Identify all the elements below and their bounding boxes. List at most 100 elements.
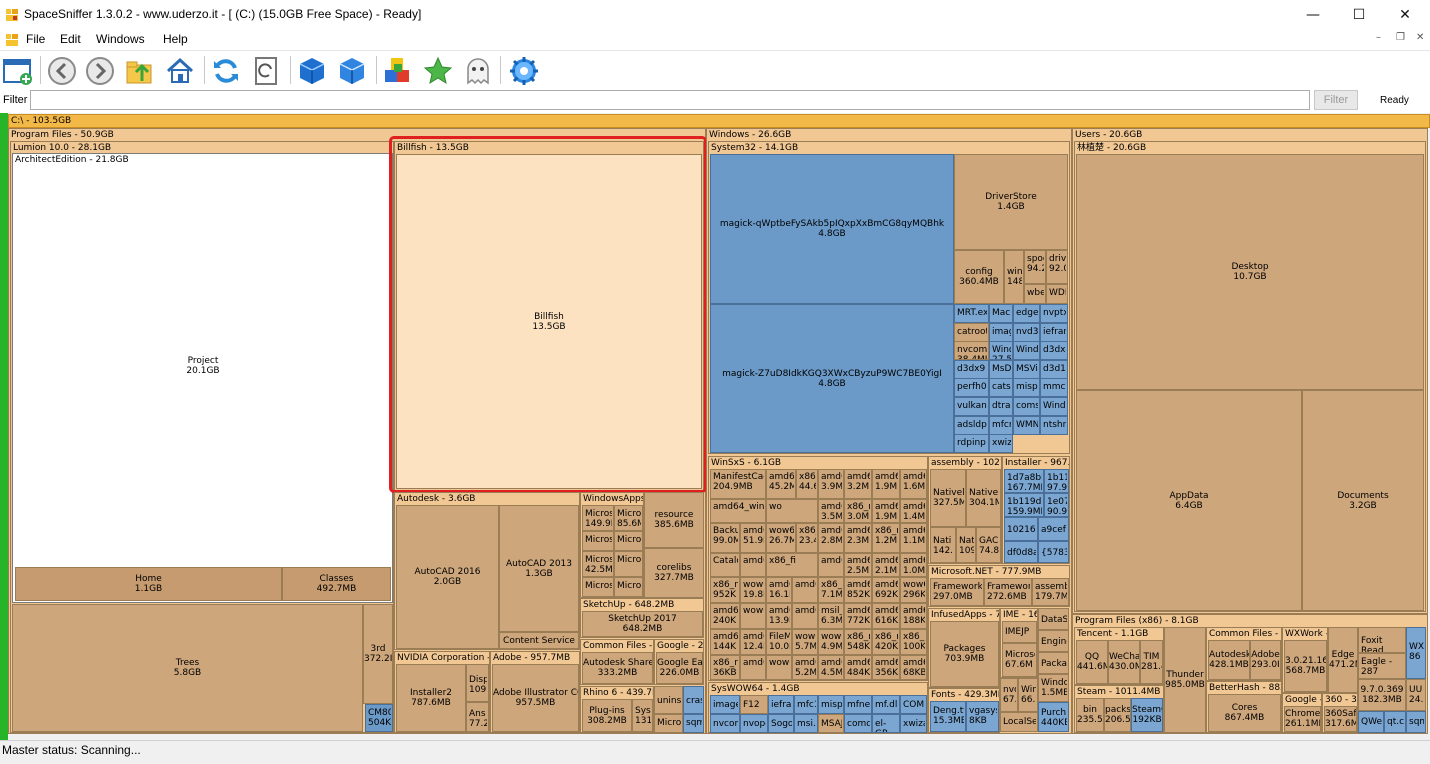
treemap-winsxs-item[interactable]: amd6 1.9M — [872, 469, 900, 499]
treemap-winsxs-item[interactable]: x86 44.6 — [796, 469, 818, 499]
menu-edit[interactable]: Edit — [60, 32, 81, 46]
treemap-winsxs-item[interactable]: x86_n 548K — [844, 629, 872, 655]
treemap-syswow-item[interactable]: Sogou — [768, 714, 794, 733]
mdi-close-button[interactable]: ✕ — [1416, 32, 1424, 43]
treemap-winsxs-item[interactable]: amd6 4.5M — [818, 655, 844, 680]
treemap-assembly-item[interactable]: GAC 74.8I — [976, 527, 1001, 563]
treemap-sys-item[interactable]: mfcm1 — [989, 415, 1013, 435]
treemap-360safe[interactable]: 360Saf 317.6M — [1324, 706, 1357, 732]
treemap-classes[interactable]: Classes 492.7MB — [282, 567, 391, 601]
treemap-winsxs-item[interactable]: amd6 188K — [900, 603, 927, 629]
treemap-wxwork-version[interactable]: 3.0.21.16 568.7MB — [1284, 640, 1327, 692]
treemap-sys-item[interactable]: nvd3d — [1013, 322, 1040, 342]
treemap-winsxs-item[interactable]: amd6 16.1M — [766, 577, 792, 603]
treemap-sys-item[interactable]: MRT.ex — [954, 304, 989, 323]
treemap-sys-item[interactable]: MSVic — [1013, 359, 1040, 379]
treemap-ime-item[interactable]: Microso 67.6M — [1002, 643, 1037, 677]
treemap-syswow-item[interactable]: MSAJ — [818, 714, 844, 733]
treemap-sys-item[interactable]: Macr — [989, 304, 1013, 323]
treemap-corelibs[interactable]: corelibs 327.7MB — [644, 548, 704, 598]
treemap-winsxs-item[interactable]: amd6 — [792, 577, 818, 603]
treemap-framework64[interactable]: Framework272.6MB — [984, 578, 1032, 606]
treemap-installer-item[interactable]: 1e07 90.9I — [1044, 493, 1069, 517]
treemap-sys-item[interactable]: nvcom 38.4MI — [954, 341, 989, 361]
treemap-winsxs-item[interactable]: amd6 772K — [844, 603, 872, 629]
treemap-assembly-item[interactable]: Nativel 304.1M — [966, 469, 1001, 527]
treemap-winsxs-item[interactable]: wow6 — [740, 603, 766, 629]
treemap-winsxs-item[interactable]: amd6 1.1M — [900, 523, 927, 553]
treemap-magick-2[interactable]: magick-Z7uD8IdkKGQ3XWxCByzuP9WC7BE0YigI 4… — [710, 304, 954, 453]
menu-windows[interactable]: Windows — [96, 32, 145, 46]
treemap-winsxs-item[interactable]: amd6 — [818, 553, 844, 577]
treemap-syswow-item[interactable]: nvope — [740, 714, 768, 733]
treemap-winsxs-item[interactable]: amd6 3.2M — [844, 469, 872, 499]
treemap-driverstore[interactable]: DriverStore 1.4GB — [954, 154, 1068, 250]
treemap-assembly-item[interactable]: Nati 109. — [956, 527, 976, 563]
treemap-micro[interactable]: Micro — [654, 714, 683, 733]
new-window-button[interactable] — [2, 55, 34, 87]
mdi-restore-button[interactable]: ❐ — [1396, 32, 1405, 43]
treemap-autodesk-x86[interactable]: Autodesk 428.1MB — [1208, 640, 1250, 680]
treemap-winsxs-item[interactable]: amd6 144K — [710, 629, 740, 655]
treemap-syswow-item[interactable]: mfc1 — [794, 695, 818, 714]
treemap-sys-item[interactable]: WDI — [1046, 284, 1068, 304]
treemap-winsxs-item[interactable]: x86_fi — [766, 553, 818, 577]
treemap-sys-item[interactable]: vulkan — [954, 397, 989, 416]
treemap-sys-item[interactable]: Windo — [1013, 341, 1040, 361]
treemap-billfish[interactable]: Billfish 13.5GB — [396, 154, 702, 489]
menu-file[interactable]: File — [26, 32, 45, 46]
treemap-autocad-2016[interactable]: AutoCAD 2016 2.0GB — [396, 505, 499, 649]
treemap-winsxs-item[interactable]: wow6 26.7M — [766, 523, 796, 553]
back-button[interactable] — [46, 55, 78, 87]
treemap-font-item[interactable]: vgasys 8KB — [966, 701, 999, 732]
treemap-winsxs-item[interactable]: amd6 2.1M — [872, 553, 900, 577]
treemap-adobe-illustrator[interactable]: Adobe Illustrator CC 957.5MB — [492, 664, 579, 732]
treemap-home[interactable]: Home 1.1GB — [15, 567, 282, 601]
treemap-winsxs-item[interactable]: wow6 4.9M — [818, 629, 844, 655]
forward-button[interactable] — [84, 55, 116, 87]
treemap-wx[interactable]: WX 86 — [1406, 627, 1426, 679]
treemap-windowsapps-item[interactable]: Micros — [582, 577, 614, 597]
treemap-edge[interactable]: Edge471.2MB — [1328, 627, 1358, 693]
treemap-winsxs-item[interactable]: FileM 10.0M — [766, 629, 792, 655]
treemap-ime-item[interactable]: Windo 1.5MB — [1038, 674, 1069, 702]
treemap-winsxs-item[interactable]: x86_n 7.1M — [818, 577, 844, 603]
treemap-sys-item[interactable]: MsDtc — [989, 359, 1013, 379]
treemap-winsxs-item[interactable]: amd6 3.5M — [818, 499, 844, 523]
treemap-winsxs-item[interactable]: amd6 484K — [844, 655, 872, 680]
menu-help[interactable]: Help — [163, 32, 188, 46]
close-button[interactable]: ✕ — [1382, 0, 1428, 30]
treemap-winsxs-item[interactable]: amd6 1.9M — [872, 499, 900, 523]
treemap-qwe[interactable]: QWe — [1358, 711, 1384, 733]
cube-view-button[interactable] — [296, 55, 328, 87]
treemap-winsxs-item[interactable]: amd6 2.5M — [844, 553, 872, 577]
treemap-sys-item[interactable]: catroot2 — [954, 322, 989, 342]
treemap-sys-item[interactable]: imag — [989, 322, 1013, 342]
treemap-windowsapps-item[interactable]: Micros — [614, 577, 643, 597]
treemap-syswow-item[interactable]: msi.d — [794, 714, 818, 733]
filter-button[interactable]: Filter — [1314, 90, 1358, 110]
treemap-sys-item[interactable]: win 148. — [1004, 250, 1024, 304]
treemap-sys-item[interactable]: nvptx — [1040, 304, 1068, 323]
treemap-ime-item[interactable]: Win 66. — [1018, 678, 1038, 712]
treemap-ime-item[interactable]: Packa — [1038, 652, 1069, 674]
treemap-cores[interactable]: Cores 867.4MB — [1208, 694, 1281, 732]
treemap-winsxs-item[interactable]: amd6 68KB — [900, 655, 927, 680]
cube-open-button[interactable] — [336, 55, 368, 87]
treemap-syswow-item[interactable]: image — [710, 695, 740, 714]
treemap-version-9[interactable]: 9.7.0.369 182.3MB — [1358, 679, 1406, 711]
treemap-windowsapps-item[interactable]: Micros 42.5M — [582, 551, 614, 577]
treemap-sys-item[interactable]: adsldp — [954, 415, 989, 435]
treemap-winsxs-item[interactable]: amd6 852K — [844, 577, 872, 603]
treemap-winsxs-item[interactable]: x86_n 952K — [710, 577, 740, 603]
treemap-windowsapps-item[interactable]: Micros — [614, 531, 643, 551]
treemap-syswow-item[interactable]: el-GR — [872, 714, 900, 733]
favorites-button[interactable] — [422, 55, 454, 87]
treemap-syswow-item[interactable]: mf.dll — [872, 695, 900, 714]
treemap-winsxs-item[interactable]: msil_s 6.3M — [818, 603, 844, 629]
treemap-winsxs-item[interactable]: amd6 616K — [872, 603, 900, 629]
treemap-ime-item[interactable]: Engine — [1038, 630, 1069, 652]
rescan-button[interactable] — [250, 55, 282, 87]
treemap-installer-item[interactable]: 1d7a8bb 167.7MB — [1004, 469, 1044, 493]
treemap-winsxs-item[interactable]: x86_n 420K — [872, 629, 900, 655]
